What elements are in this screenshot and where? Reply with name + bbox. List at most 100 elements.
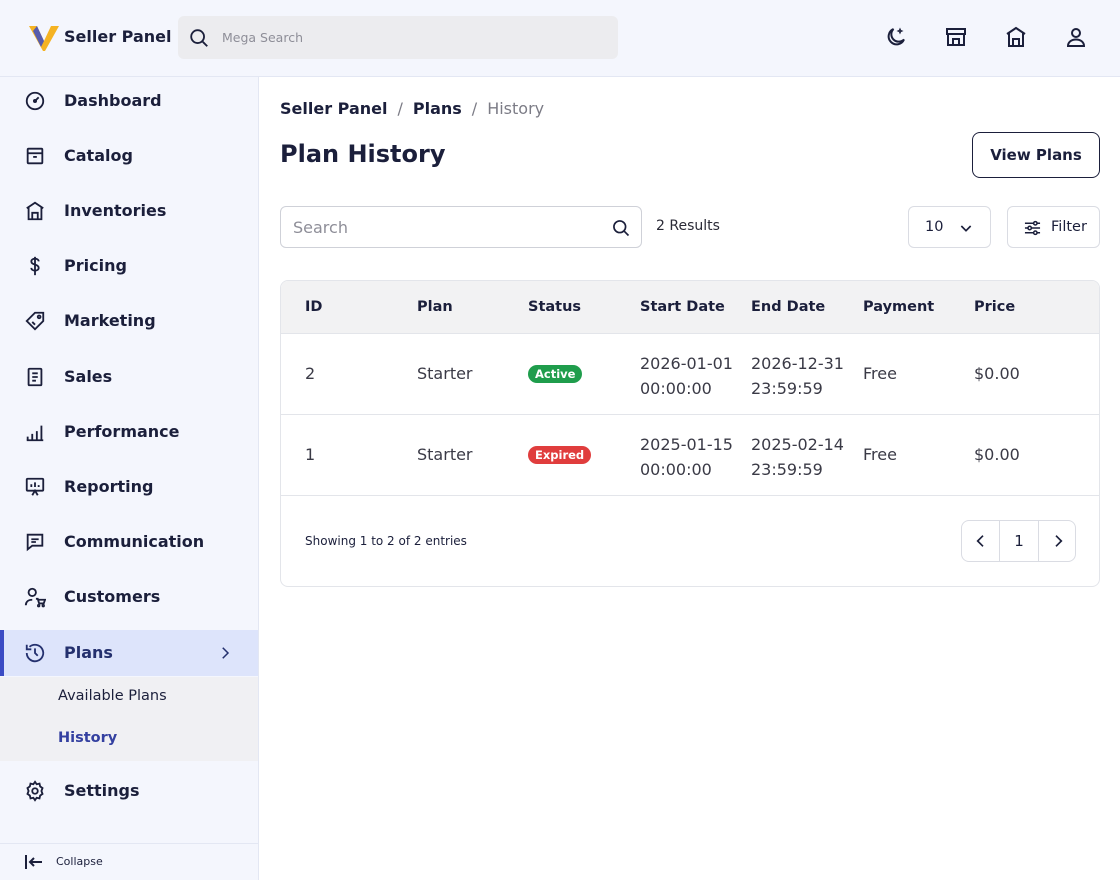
sidebar-item-communication[interactable]: Communication — [0, 519, 258, 565]
search-placeholder: Search — [293, 218, 348, 237]
collapse-label: Collapse — [56, 855, 103, 868]
sidebar-item-label: Customers — [64, 587, 161, 606]
sidebar-item-label: Settings — [64, 781, 140, 800]
search-icon — [613, 220, 630, 237]
chevron-right-icon — [222, 647, 230, 659]
breadcrumb: Seller Panel / Plans / History — [280, 99, 544, 118]
cell-id: 2 — [305, 364, 316, 383]
table-row[interactable]: 2 Starter Active 2026-01-01 00:00:00 2026… — [281, 334, 1099, 415]
gear-icon — [26, 780, 44, 802]
bar-chart-icon — [26, 425, 44, 442]
cell-price: $0.00 — [974, 364, 1020, 383]
table-header: ID Plan Status Start Date End Date Payme… — [281, 281, 1099, 334]
submenu-item-available-plans[interactable]: Available Plans — [58, 688, 167, 704]
top-bar: Seller Panel Mega Search — [0, 0, 1120, 77]
box-icon — [26, 147, 44, 165]
cell-price: $0.00 — [974, 445, 1020, 464]
collapse-icon — [25, 855, 42, 869]
filter-button[interactable]: Filter — [1007, 206, 1100, 248]
sidebar-item-label: Dashboard — [64, 91, 162, 110]
sidebar-item-pricing[interactable]: Pricing — [0, 243, 258, 289]
column-header-status: Status — [528, 299, 582, 315]
per-page-select[interactable]: 10 — [908, 206, 991, 248]
pagination: 1 — [961, 520, 1076, 562]
page-number-button[interactable]: 1 — [1000, 521, 1038, 561]
sidebar-item-label: Catalog — [64, 146, 133, 165]
column-header-payment: Payment — [863, 299, 935, 315]
sidebar-item-label: Performance — [64, 422, 180, 441]
store-icon[interactable] — [944, 25, 968, 49]
sidebar-item-performance[interactable]: Performance — [0, 409, 258, 455]
breadcrumb-seller-panel[interactable]: Seller Panel — [280, 99, 387, 118]
column-header-end-date: End Date — [751, 299, 826, 315]
cell-payment: Free — [863, 445, 897, 464]
plans-submenu: Available Plans History — [0, 677, 258, 761]
breadcrumb-history: History — [487, 99, 545, 118]
page-title: Plan History — [280, 140, 446, 168]
presentation-icon — [25, 477, 45, 496]
user-cart-icon — [24, 587, 46, 608]
sidebar-item-dashboard[interactable]: Dashboard — [0, 78, 258, 124]
sidebar-item-marketing[interactable]: Marketing — [0, 298, 258, 344]
start-date: 2025-01-15 — [640, 435, 733, 454]
warehouse-icon — [26, 201, 44, 221]
sidebar-item-settings[interactable]: Settings — [0, 768, 258, 814]
per-page-value: 10 — [925, 219, 944, 235]
sidebar-item-catalog[interactable]: Catalog — [0, 133, 258, 179]
table-row[interactable]: 1 Starter Expired 2025-01-15 00:00:00 202… — [281, 415, 1099, 496]
user-icon[interactable] — [1064, 25, 1088, 49]
status-badge: Active — [528, 365, 583, 383]
end-date: 2025-02-14 — [751, 435, 844, 454]
sliders-icon — [1024, 220, 1041, 236]
cell-start-date: 2026-01-01 00:00:00 — [640, 351, 733, 401]
column-header-id: ID — [305, 299, 323, 315]
chevron-right-icon — [1055, 535, 1063, 547]
chevron-down-icon — [960, 225, 972, 232]
submenu-item-history[interactable]: History — [58, 730, 117, 746]
cell-plan: Starter — [417, 364, 473, 383]
sidebar-item-inventories[interactable]: Inventories — [0, 188, 258, 234]
gauge-icon — [25, 91, 45, 111]
search-input[interactable]: Search — [280, 206, 642, 248]
sidebar-item-reporting[interactable]: Reporting — [0, 464, 258, 510]
column-header-start-date: Start Date — [640, 299, 725, 315]
plan-history-table: ID Plan Status Start Date End Date Payme… — [280, 280, 1100, 587]
results-count: 2 Results — [656, 218, 720, 234]
cell-end-date: 2025-02-14 23:59:59 — [751, 432, 844, 482]
sidebar-item-plans[interactable]: Plans — [0, 630, 258, 676]
cell-id: 1 — [305, 445, 316, 464]
sidebar-item-customers[interactable]: Customers — [0, 574, 258, 620]
sidebar-item-label: Plans — [64, 643, 113, 662]
view-plans-button[interactable]: View Plans — [972, 132, 1100, 178]
previous-page-button[interactable] — [962, 521, 1000, 561]
sidebar-item-label: Inventories — [64, 201, 167, 220]
end-date: 2026-12-31 — [751, 354, 844, 373]
filter-label: Filter — [1051, 219, 1087, 235]
mega-search-placeholder: Mega Search — [222, 30, 303, 45]
start-time: 00:00:00 — [640, 379, 712, 398]
sidebar-item-label: Communication — [64, 532, 205, 551]
sidebar-item-sales[interactable]: Sales — [0, 354, 258, 400]
start-date: 2026-01-01 — [640, 354, 733, 373]
start-time: 00:00:00 — [640, 460, 712, 479]
column-header-price: Price — [974, 299, 1016, 315]
warehouse-icon[interactable] — [1004, 25, 1028, 49]
sidebar-item-label: Pricing — [64, 256, 127, 275]
next-page-button[interactable] — [1038, 521, 1076, 561]
dollar-icon — [30, 256, 40, 276]
sidebar-item-label: Marketing — [64, 311, 156, 330]
brand-name: Seller Panel — [64, 27, 172, 46]
history-icon — [25, 643, 45, 663]
status-badge: Expired — [528, 446, 592, 464]
sidebar: Dashboard Catalog Inventories Pricing Ma… — [0, 77, 259, 880]
breadcrumb-plans[interactable]: Plans — [413, 99, 462, 118]
mega-search-input[interactable]: Mega Search — [178, 16, 618, 59]
collapse-button[interactable]: Collapse — [0, 843, 258, 880]
chevron-left-icon — [976, 535, 984, 547]
search-icon — [190, 29, 208, 47]
sidebar-item-label: Reporting — [64, 477, 154, 496]
cell-end-date: 2026-12-31 23:59:59 — [751, 351, 844, 401]
cell-start-date: 2025-01-15 00:00:00 — [640, 432, 733, 482]
cell-plan: Starter — [417, 445, 473, 464]
moon-icon[interactable] — [884, 25, 908, 49]
